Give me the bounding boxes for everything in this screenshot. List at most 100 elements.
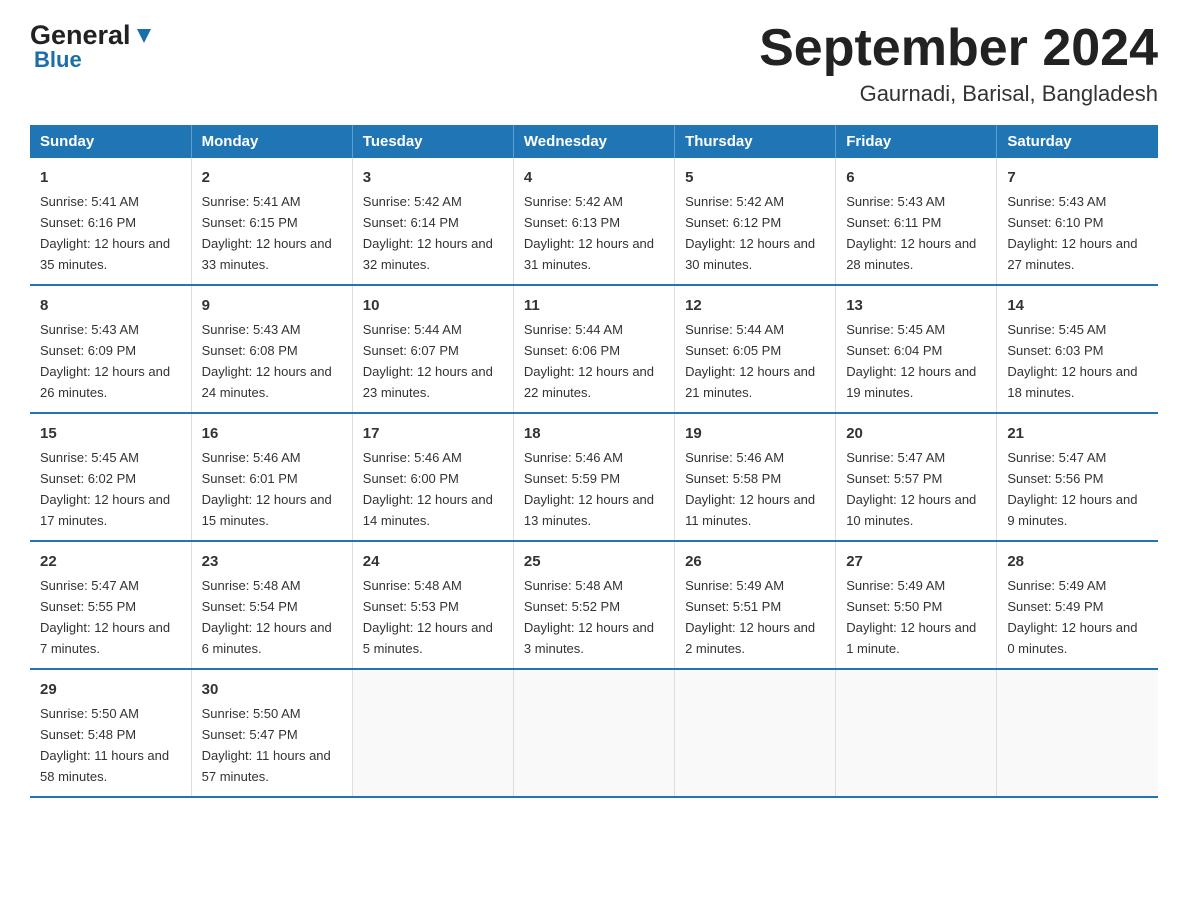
page-header: General Blue September 2024 Gaurnadi, Ba… (30, 20, 1158, 107)
day-number: 13 (846, 294, 986, 317)
calendar-week-row: 8 Sunrise: 5:43 AMSunset: 6:09 PMDayligh… (30, 285, 1158, 413)
calendar-cell: 13 Sunrise: 5:45 AMSunset: 6:04 PMDaylig… (836, 285, 997, 413)
cell-info: Sunrise: 5:43 AMSunset: 6:09 PMDaylight:… (40, 322, 170, 400)
calendar-week-row: 15 Sunrise: 5:45 AMSunset: 6:02 PMDaylig… (30, 413, 1158, 541)
day-number: 7 (1007, 166, 1148, 189)
calendar-cell (352, 669, 513, 797)
cell-info: Sunrise: 5:46 AMSunset: 6:01 PMDaylight:… (202, 450, 332, 528)
calendar-cell: 19 Sunrise: 5:46 AMSunset: 5:58 PMDaylig… (675, 413, 836, 541)
day-number: 1 (40, 166, 181, 189)
cell-info: Sunrise: 5:44 AMSunset: 6:05 PMDaylight:… (685, 322, 815, 400)
day-number: 6 (846, 166, 986, 189)
calendar-subtitle: Gaurnadi, Barisal, Bangladesh (759, 81, 1158, 107)
calendar-cell: 4 Sunrise: 5:42 AMSunset: 6:13 PMDayligh… (513, 158, 674, 285)
cell-info: Sunrise: 5:46 AMSunset: 6:00 PMDaylight:… (363, 450, 493, 528)
day-number: 15 (40, 422, 181, 445)
day-number: 30 (202, 678, 342, 701)
day-number: 26 (685, 550, 825, 573)
day-number: 20 (846, 422, 986, 445)
calendar-cell: 6 Sunrise: 5:43 AMSunset: 6:11 PMDayligh… (836, 158, 997, 285)
cell-info: Sunrise: 5:46 AMSunset: 5:58 PMDaylight:… (685, 450, 815, 528)
day-number: 14 (1007, 294, 1148, 317)
calendar-table: SundayMondayTuesdayWednesdayThursdayFrid… (30, 125, 1158, 798)
calendar-cell: 27 Sunrise: 5:49 AMSunset: 5:50 PMDaylig… (836, 541, 997, 669)
cell-info: Sunrise: 5:48 AMSunset: 5:54 PMDaylight:… (202, 578, 332, 656)
day-number: 3 (363, 166, 503, 189)
calendar-cell: 29 Sunrise: 5:50 AMSunset: 5:48 PMDaylig… (30, 669, 191, 797)
cell-info: Sunrise: 5:44 AMSunset: 6:07 PMDaylight:… (363, 322, 493, 400)
cell-info: Sunrise: 5:43 AMSunset: 6:10 PMDaylight:… (1007, 194, 1137, 272)
calendar-cell: 15 Sunrise: 5:45 AMSunset: 6:02 PMDaylig… (30, 413, 191, 541)
calendar-week-row: 1 Sunrise: 5:41 AMSunset: 6:16 PMDayligh… (30, 158, 1158, 285)
cell-info: Sunrise: 5:45 AMSunset: 6:03 PMDaylight:… (1007, 322, 1137, 400)
cell-info: Sunrise: 5:50 AMSunset: 5:48 PMDaylight:… (40, 706, 169, 784)
day-number: 11 (524, 294, 664, 317)
day-number: 4 (524, 166, 664, 189)
day-number: 8 (40, 294, 181, 317)
day-number: 5 (685, 166, 825, 189)
calendar-cell: 20 Sunrise: 5:47 AMSunset: 5:57 PMDaylig… (836, 413, 997, 541)
calendar-cell (836, 669, 997, 797)
calendar-week-row: 22 Sunrise: 5:47 AMSunset: 5:55 PMDaylig… (30, 541, 1158, 669)
cell-info: Sunrise: 5:48 AMSunset: 5:53 PMDaylight:… (363, 578, 493, 656)
day-number: 23 (202, 550, 342, 573)
cell-info: Sunrise: 5:44 AMSunset: 6:06 PMDaylight:… (524, 322, 654, 400)
calendar-cell: 30 Sunrise: 5:50 AMSunset: 5:47 PMDaylig… (191, 669, 352, 797)
calendar-cell: 28 Sunrise: 5:49 AMSunset: 5:49 PMDaylig… (997, 541, 1158, 669)
calendar-cell: 5 Sunrise: 5:42 AMSunset: 6:12 PMDayligh… (675, 158, 836, 285)
calendar-cell: 12 Sunrise: 5:44 AMSunset: 6:05 PMDaylig… (675, 285, 836, 413)
header-monday: Monday (191, 125, 352, 158)
calendar-cell: 21 Sunrise: 5:47 AMSunset: 5:56 PMDaylig… (997, 413, 1158, 541)
calendar-cell: 9 Sunrise: 5:43 AMSunset: 6:08 PMDayligh… (191, 285, 352, 413)
header-saturday: Saturday (997, 125, 1158, 158)
day-number: 29 (40, 678, 181, 701)
cell-info: Sunrise: 5:49 AMSunset: 5:50 PMDaylight:… (846, 578, 976, 656)
day-number: 24 (363, 550, 503, 573)
header-thursday: Thursday (675, 125, 836, 158)
calendar-title: September 2024 (759, 20, 1158, 77)
day-number: 16 (202, 422, 342, 445)
calendar-cell (997, 669, 1158, 797)
calendar-cell: 7 Sunrise: 5:43 AMSunset: 6:10 PMDayligh… (997, 158, 1158, 285)
calendar-cell: 17 Sunrise: 5:46 AMSunset: 6:00 PMDaylig… (352, 413, 513, 541)
calendar-cell: 26 Sunrise: 5:49 AMSunset: 5:51 PMDaylig… (675, 541, 836, 669)
day-number: 22 (40, 550, 181, 573)
calendar-cell (513, 669, 674, 797)
cell-info: Sunrise: 5:47 AMSunset: 5:57 PMDaylight:… (846, 450, 976, 528)
calendar-cell (675, 669, 836, 797)
calendar-cell: 11 Sunrise: 5:44 AMSunset: 6:06 PMDaylig… (513, 285, 674, 413)
header-friday: Friday (836, 125, 997, 158)
day-number: 25 (524, 550, 664, 573)
calendar-cell: 8 Sunrise: 5:43 AMSunset: 6:09 PMDayligh… (30, 285, 191, 413)
logo-triangle-icon (133, 23, 155, 45)
cell-info: Sunrise: 5:42 AMSunset: 6:13 PMDaylight:… (524, 194, 654, 272)
day-number: 2 (202, 166, 342, 189)
day-number: 10 (363, 294, 503, 317)
calendar-cell: 14 Sunrise: 5:45 AMSunset: 6:03 PMDaylig… (997, 285, 1158, 413)
cell-info: Sunrise: 5:49 AMSunset: 5:49 PMDaylight:… (1007, 578, 1137, 656)
cell-info: Sunrise: 5:47 AMSunset: 5:56 PMDaylight:… (1007, 450, 1137, 528)
calendar-cell: 18 Sunrise: 5:46 AMSunset: 5:59 PMDaylig… (513, 413, 674, 541)
cell-info: Sunrise: 5:48 AMSunset: 5:52 PMDaylight:… (524, 578, 654, 656)
logo: General Blue (30, 20, 155, 73)
cell-info: Sunrise: 5:43 AMSunset: 6:11 PMDaylight:… (846, 194, 976, 272)
day-number: 18 (524, 422, 664, 445)
calendar-cell: 24 Sunrise: 5:48 AMSunset: 5:53 PMDaylig… (352, 541, 513, 669)
cell-info: Sunrise: 5:41 AMSunset: 6:15 PMDaylight:… (202, 194, 332, 272)
cell-info: Sunrise: 5:47 AMSunset: 5:55 PMDaylight:… (40, 578, 170, 656)
logo-blue-text: Blue (34, 47, 82, 73)
calendar-cell: 2 Sunrise: 5:41 AMSunset: 6:15 PMDayligh… (191, 158, 352, 285)
day-number: 9 (202, 294, 342, 317)
day-number: 17 (363, 422, 503, 445)
calendar-header: SundayMondayTuesdayWednesdayThursdayFrid… (30, 125, 1158, 158)
cell-info: Sunrise: 5:50 AMSunset: 5:47 PMDaylight:… (202, 706, 331, 784)
cell-info: Sunrise: 5:46 AMSunset: 5:59 PMDaylight:… (524, 450, 654, 528)
day-number: 28 (1007, 550, 1148, 573)
calendar-cell: 10 Sunrise: 5:44 AMSunset: 6:07 PMDaylig… (352, 285, 513, 413)
calendar-week-row: 29 Sunrise: 5:50 AMSunset: 5:48 PMDaylig… (30, 669, 1158, 797)
calendar-cell: 25 Sunrise: 5:48 AMSunset: 5:52 PMDaylig… (513, 541, 674, 669)
day-number: 27 (846, 550, 986, 573)
cell-info: Sunrise: 5:42 AMSunset: 6:12 PMDaylight:… (685, 194, 815, 272)
header-sunday: Sunday (30, 125, 191, 158)
cell-info: Sunrise: 5:49 AMSunset: 5:51 PMDaylight:… (685, 578, 815, 656)
